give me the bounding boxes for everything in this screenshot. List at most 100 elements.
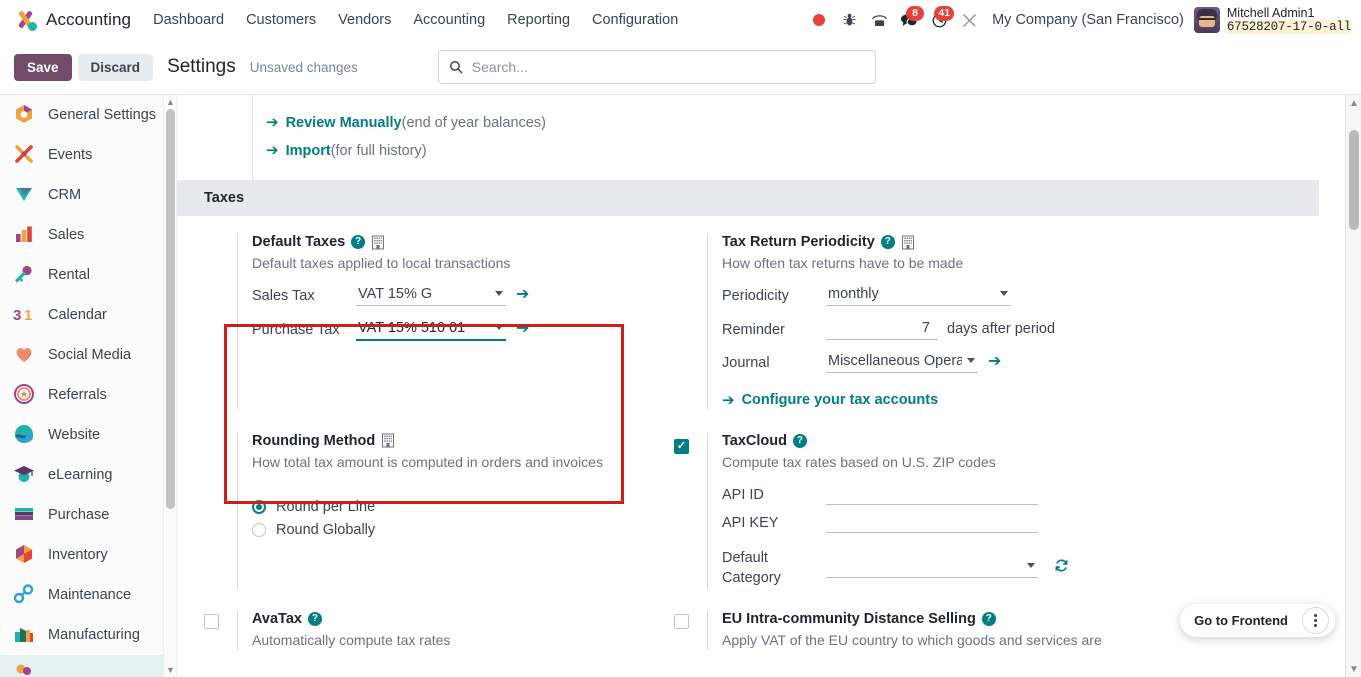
journal-label: Journal: [722, 355, 770, 372]
main-scroll-down-arrow[interactable]: ▼: [1346, 661, 1361, 677]
reminder-input[interactable]: [826, 318, 938, 340]
sidebar-scroll-thumb[interactable]: [166, 109, 175, 509]
settings-content: ➔ Review Manually (end of year balances)…: [177, 95, 1361, 677]
journal-internal-link[interactable]: ➔: [988, 352, 1001, 372]
radio-off-icon[interactable]: [252, 523, 266, 538]
sidebar-item-website[interactable]: Website: [0, 415, 176, 455]
search-input[interactable]: [471, 59, 865, 75]
default-taxes-title-row: Default Taxes ?: [252, 234, 674, 250]
review-manually-link-row: ➔ Review Manually (end of year balances): [252, 113, 1345, 131]
import-link[interactable]: Import: [286, 143, 331, 159]
save-button[interactable]: Save: [14, 53, 72, 81]
help-icon[interactable]: ?: [307, 611, 322, 626]
sidebar-item-label: General Settings: [48, 107, 157, 123]
radio-round-globally[interactable]: Round Globally: [252, 522, 674, 538]
sidebar-item-manufacturing[interactable]: Manufacturing: [0, 615, 176, 655]
user-database: 67528207-17-0-all: [1226, 20, 1351, 34]
sales-tax-internal-link[interactable]: ➔: [516, 285, 529, 305]
review-manually-link[interactable]: Review Manually: [286, 115, 402, 131]
default-category-row: Default Category: [722, 547, 1144, 588]
avatar[interactable]: [1193, 7, 1220, 33]
user-menu[interactable]: Mitchell Admin1 67528207-17-0-all: [1226, 6, 1351, 34]
search-icon: [449, 61, 463, 74]
sidebar-item-elearning[interactable]: eLearning: [0, 455, 176, 495]
kebab-menu-icon[interactable]: [1302, 607, 1329, 634]
help-icon[interactable]: ?: [880, 235, 895, 249]
api-key-row: API KEY: [722, 511, 1144, 534]
sidebar-item-inventory[interactable]: Inventory: [0, 535, 176, 575]
main-scroll-thumb[interactable]: [1349, 130, 1359, 230]
record-dot-icon[interactable]: [804, 6, 834, 34]
sidebar-item-purchase[interactable]: Purchase: [0, 495, 176, 535]
phone-icon[interactable]: [864, 6, 894, 34]
api-key-input[interactable]: [826, 511, 1038, 533]
messages-icon[interactable]: 8: [894, 6, 925, 34]
menu-item-customers[interactable]: Customers: [246, 12, 316, 28]
api-id-row: API ID: [722, 484, 1144, 506]
default-taxes-description: Default taxes applied to local transacti…: [252, 255, 511, 271]
api-id-control: [826, 484, 1038, 506]
search-bar[interactable]: [437, 50, 876, 84]
manufacturing-icon: [12, 622, 38, 648]
default-taxes-check-slot: [204, 234, 237, 409]
radio-on-icon[interactable]: [252, 500, 266, 515]
sidebar-scroll-down-arrow[interactable]: ▼: [164, 663, 176, 677]
sales-tax-control: [356, 285, 506, 307]
menu-item-reporting[interactable]: Reporting: [507, 12, 570, 28]
discard-button[interactable]: Discard: [77, 53, 154, 81]
sidebar-item-general-settings[interactable]: General Settings: [0, 95, 176, 135]
setting-tax-return-periodicity: Tax Return Periodicity ? How often tax r…: [674, 216, 1144, 409]
menu-item-vendors[interactable]: Vendors: [338, 12, 391, 28]
sidebar-item-calendar[interactable]: 31 Calendar: [0, 295, 176, 335]
journal-input[interactable]: [826, 352, 978, 374]
sales-icon: [12, 222, 38, 248]
setting-rounding-method: Rounding Method How total tax amount is …: [204, 409, 674, 589]
configure-tax-accounts-link[interactable]: Configure your tax accounts: [742, 392, 939, 408]
menu-item-configuration[interactable]: Configuration: [592, 12, 678, 28]
sidebar-scrollbar[interactable]: ▲ ▼: [163, 95, 176, 677]
bug-icon[interactable]: [834, 6, 864, 34]
refresh-icon[interactable]: [1054, 558, 1069, 578]
sidebar-item-referrals[interactable]: Referrals: [0, 375, 176, 415]
company-switcher[interactable]: My Company (San Francisco): [992, 12, 1184, 28]
sales-tax-input[interactable]: [356, 285, 506, 307]
help-icon[interactable]: ?: [351, 235, 366, 249]
reminder-suffix: days after period: [947, 320, 1056, 337]
avatax-checkbox[interactable]: [204, 613, 219, 629]
avatax-check-slot: [204, 611, 237, 650]
radio-round-per-line[interactable]: Round per Line: [252, 499, 674, 515]
menu-item-accounting[interactable]: Accounting: [413, 12, 485, 28]
import-links-area: ➔ Review Manually (end of year balances)…: [177, 95, 1345, 159]
purchase-tax-input[interactable]: [356, 318, 506, 341]
sidebar-item-social-media[interactable]: Social Media: [0, 335, 176, 375]
tools-icon[interactable]: [954, 6, 984, 34]
taxcloud-title: TaxCloud: [722, 432, 787, 449]
taxes-section-title: Taxes: [204, 190, 245, 206]
api-id-input[interactable]: [826, 484, 1038, 506]
sidebar-item-accounting[interactable]: [0, 655, 176, 677]
sidebar-item-crm[interactable]: CRM: [0, 175, 176, 215]
main-scrollbar[interactable]: ▲ ▼: [1345, 95, 1361, 677]
main-scroll-up-arrow[interactable]: ▲: [1346, 95, 1361, 111]
sidebar-item-sales[interactable]: Sales: [0, 215, 176, 255]
settings-grid: Default Taxes ? Default taxes applied to…: [177, 216, 1319, 650]
sidebar-item-maintenance[interactable]: Maintenance: [0, 575, 176, 615]
radio-round-globally-label: Round Globally: [276, 522, 376, 539]
activities-icon[interactable]: 41: [924, 6, 955, 34]
unsaved-changes-status: Unsaved changes: [249, 59, 358, 75]
help-icon[interactable]: ?: [981, 611, 996, 626]
sidebar-item-events[interactable]: Events: [0, 135, 176, 175]
go-to-frontend-button[interactable]: Go to Frontend: [1180, 613, 1302, 628]
default-category-select[interactable]: [826, 557, 1038, 579]
help-icon[interactable]: ?: [792, 433, 807, 448]
purchase-tax-internal-link[interactable]: ➔: [516, 319, 529, 339]
sidebar-scroll-up-arrow[interactable]: ▲: [164, 95, 176, 109]
taxcloud-checkbox[interactable]: [674, 438, 689, 454]
periodicity-label: Periodicity: [722, 288, 789, 305]
menu-item-dashboard[interactable]: Dashboard: [153, 12, 224, 28]
sidebar-item-rental[interactable]: Rental: [0, 255, 176, 295]
periodicity-select[interactable]: [826, 285, 1011, 307]
eu-distance-selling-checkbox[interactable]: [674, 613, 689, 629]
sidebar-item-label: Inventory: [48, 547, 108, 563]
app-brand-name[interactable]: Accounting: [46, 10, 131, 30]
